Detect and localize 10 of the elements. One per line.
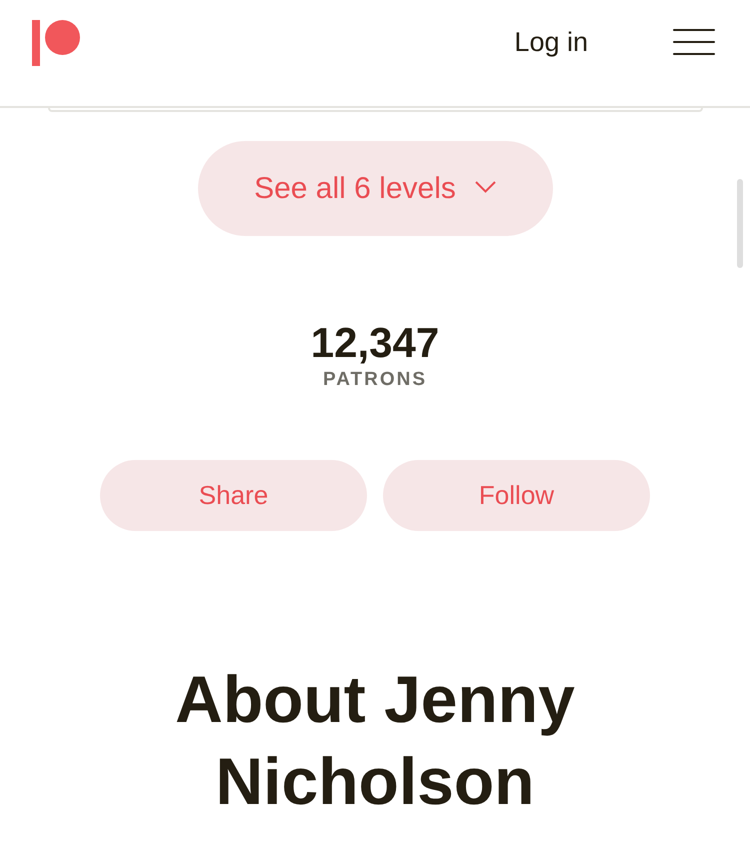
about-heading: About Jenny Nicholson	[174, 661, 576, 820]
follow-button[interactable]: Follow	[383, 460, 650, 532]
share-button[interactable]: Share	[100, 460, 367, 532]
chevron-down-icon	[474, 180, 496, 192]
menu-icon[interactable]	[673, 29, 715, 55]
patron-count: 12,347	[310, 318, 440, 368]
login-link[interactable]: Log in	[514, 26, 588, 58]
patrons-label: PATRONS	[322, 369, 428, 392]
see-all-levels-button[interactable]: See all 6 levels	[198, 141, 552, 236]
logo-icon[interactable]	[32, 20, 80, 66]
